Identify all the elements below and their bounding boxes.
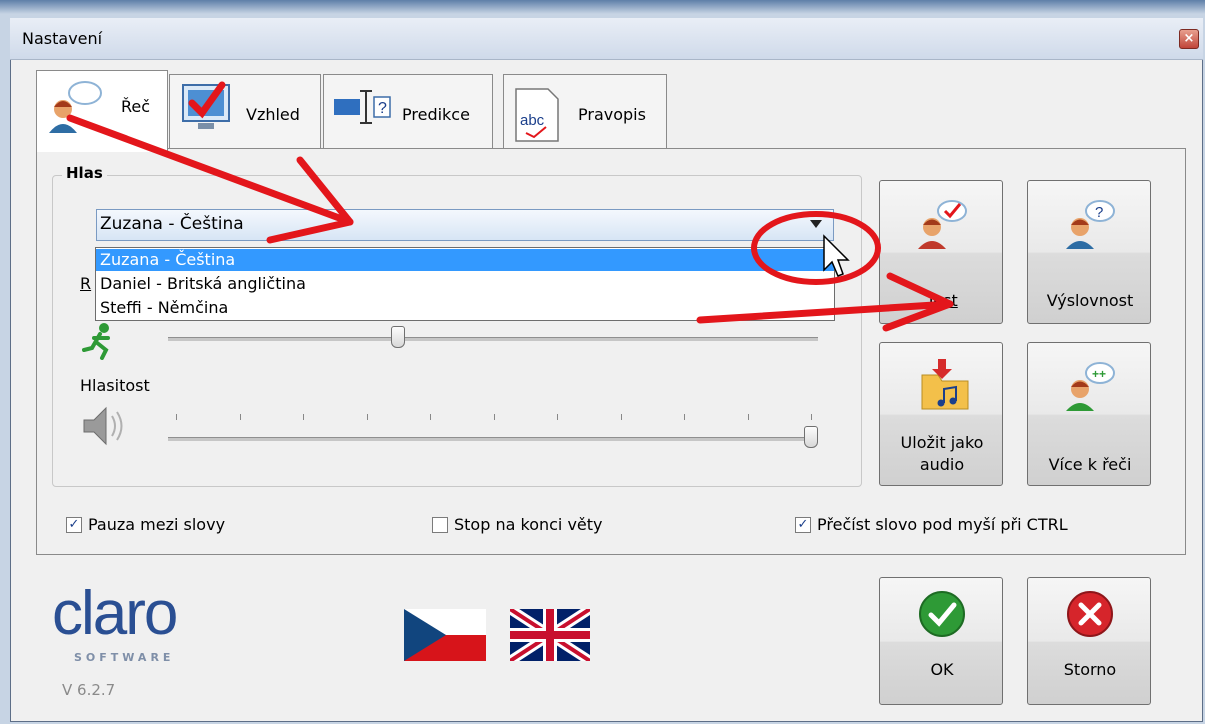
- volume-tick: [239, 414, 241, 420]
- ok-button-label: OK: [930, 660, 954, 679]
- test-button-label: Test: [926, 291, 958, 310]
- checkbox-stop-end-sentence[interactable]: [432, 517, 448, 533]
- running-person-icon: [82, 323, 110, 360]
- checkmark-icon: ✓: [797, 517, 809, 532]
- svg-text:?: ?: [378, 100, 387, 117]
- cancel-button-label: Storno: [1063, 660, 1117, 679]
- cancel-button[interactable]: Storno: [1027, 577, 1151, 705]
- rate-slider-track[interactable]: [168, 337, 818, 341]
- voice-option[interactable]: Steffi - Němčina: [96, 297, 834, 319]
- save-audio-button[interactable]: Uložit jako audio: [879, 342, 1003, 486]
- ok-button[interactable]: OK: [879, 577, 1003, 705]
- speaker-question-icon: ?: [1066, 200, 1115, 249]
- checkbox-read-word-under-mouse[interactable]: ✓: [795, 517, 811, 533]
- chevron-down-icon[interactable]: [810, 220, 822, 228]
- volume-tick: [303, 414, 304, 420]
- svg-text:abc: abc: [520, 112, 545, 129]
- abc-spell-icon: abc: [515, 88, 559, 142]
- close-button[interactable]: ×: [1179, 29, 1199, 49]
- svg-text:?: ?: [1095, 204, 1103, 221]
- volume-tick: [684, 414, 685, 420]
- pronunciation-button-label: Výslovnost: [1046, 291, 1134, 310]
- tab-predikce[interactable]: ? Predikce: [323, 74, 493, 152]
- tab-pravopis[interactable]: abc Pravopis: [503, 74, 667, 152]
- tab-rec[interactable]: Řeč: [36, 70, 168, 152]
- checkbox-label: Přečíst slovo pod myší při CTRL: [817, 515, 1068, 534]
- voice-option[interactable]: Daniel - Britská angličtina: [96, 273, 834, 295]
- checkbox-label: Stop na konci věty: [454, 515, 603, 534]
- title-bar: [10, 18, 1203, 60]
- logo-subtitle: SOFTWARE: [74, 651, 175, 664]
- volume-tick: [811, 414, 812, 420]
- speaker-volume-icon: [83, 406, 123, 446]
- voice-select-value: Zuzana - Čeština: [100, 214, 244, 234]
- uk-flag-icon[interactable]: [510, 609, 590, 661]
- version-label: V 6.2.7: [62, 681, 116, 699]
- volume-tick: [557, 414, 558, 420]
- check-circle-icon: [919, 591, 965, 637]
- volume-tick: [493, 414, 495, 420]
- test-button[interactable]: Test: [879, 180, 1003, 324]
- save-audio-button-label-1: Uložit jako: [900, 433, 984, 452]
- text-cursor-icon: ?: [334, 90, 391, 124]
- svg-text:++: ++: [1092, 367, 1106, 381]
- checkmark-icon: ✓: [68, 517, 80, 532]
- tab-vzhled[interactable]: Vzhled: [169, 74, 321, 152]
- close-circle-icon: [1067, 591, 1113, 637]
- window-title: Nastavení: [22, 29, 103, 48]
- tab-label: Predikce: [402, 105, 470, 124]
- speaker-check-icon: [918, 200, 967, 249]
- folder-music-icon: [921, 359, 969, 410]
- volume-slider-track[interactable]: [168, 437, 818, 441]
- czech-flag-icon[interactable]: [404, 609, 486, 661]
- monitor-check-icon: [182, 81, 230, 129]
- pronunciation-button[interactable]: ? Výslovnost: [1027, 180, 1151, 324]
- rate-label: R: [80, 274, 92, 293]
- volume-label: Hlasitost: [80, 376, 150, 395]
- volume-tick: [620, 414, 622, 420]
- tab-label: Pravopis: [578, 105, 646, 124]
- tab-label: Vzhled: [246, 105, 300, 124]
- checkbox-pause-between-words[interactable]: ✓: [66, 517, 82, 533]
- voice-option[interactable]: Zuzana - Čeština: [96, 249, 834, 271]
- volume-slider-thumb[interactable]: [804, 426, 818, 448]
- volume-tick: [366, 414, 368, 420]
- speaker-plus-icon: ++: [1066, 362, 1115, 411]
- checkbox-label: Pauza mezi slovy: [88, 515, 226, 534]
- rate-slider-thumb[interactable]: [390, 326, 405, 348]
- volume-tick: [430, 414, 431, 420]
- more-speech-button[interactable]: ++ Více k řeči: [1027, 342, 1151, 486]
- claro-logo: claro: [52, 579, 178, 648]
- more-speech-button-label: Více k řeči: [1048, 455, 1132, 474]
- voice-group-title: Hlas: [62, 164, 107, 182]
- speaker-person-icon: [49, 81, 102, 133]
- volume-tick: [747, 414, 749, 420]
- volume-tick: [176, 414, 177, 420]
- save-audio-button-label-2: audio: [919, 455, 965, 474]
- tab-label: Řeč: [121, 97, 151, 116]
